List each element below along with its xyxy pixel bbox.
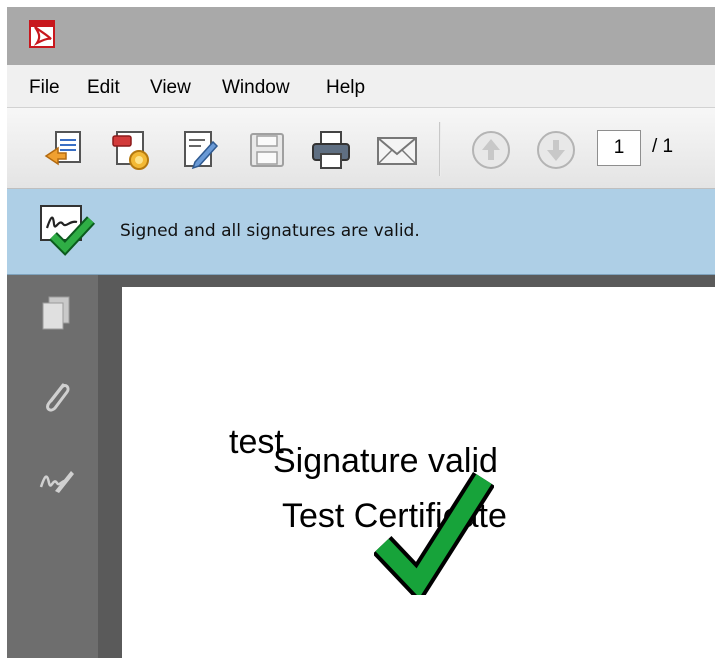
- navigation-pane-border: [98, 275, 110, 658]
- create-pdf-icon: [44, 131, 81, 166]
- edit-icon: [184, 131, 219, 170]
- email-icon: [377, 137, 417, 165]
- save-icon: [250, 133, 284, 167]
- signature-status-bar: Signed and all signatures are valid.: [7, 189, 715, 275]
- acrobat-logo-icon: [29, 20, 55, 48]
- print-icon: [312, 131, 350, 169]
- save-button[interactable]: [243, 126, 291, 174]
- signatures-panel-icon[interactable]: [37, 461, 77, 501]
- create-pdf-button[interactable]: [42, 126, 90, 174]
- menu-help[interactable]: Help: [326, 77, 365, 99]
- document-page: test Signature valid Test Certificate: [122, 287, 715, 658]
- page-total: / 1: [652, 136, 674, 157]
- sign-certify-icon: [112, 131, 149, 170]
- signature-checkmark-icon[interactable]: [374, 465, 494, 595]
- toolbar-separator: [439, 122, 441, 176]
- prev-page-button[interactable]: [467, 126, 515, 174]
- menu-bar: File Edit View Window Help: [7, 65, 715, 108]
- signature-status-message: Signed and all signatures are valid.: [120, 221, 420, 241]
- pages-icon[interactable]: [37, 293, 77, 333]
- print-button[interactable]: [307, 126, 355, 174]
- attachments-icon[interactable]: [37, 377, 77, 417]
- email-button[interactable]: [373, 126, 421, 174]
- menu-view[interactable]: View: [150, 77, 191, 99]
- title-bar[interactable]: [7, 7, 715, 65]
- next-page-icon: [537, 131, 575, 169]
- menu-window[interactable]: Window: [222, 77, 290, 99]
- page-number-input[interactable]: 1: [597, 130, 641, 166]
- toolbar: 1 / 1: [7, 108, 715, 189]
- menu-file[interactable]: File: [29, 77, 60, 99]
- navigation-pane: [7, 275, 110, 658]
- next-page-button[interactable]: [532, 126, 580, 174]
- signature-valid-icon[interactable]: [37, 202, 97, 260]
- sign-certify-button[interactable]: [107, 126, 155, 174]
- acrobat-window: File Edit View Window Help 1 / 1 Signed …: [7, 7, 715, 658]
- edit-button[interactable]: [175, 126, 223, 174]
- prev-page-icon: [472, 131, 510, 169]
- menu-edit[interactable]: Edit: [87, 77, 120, 99]
